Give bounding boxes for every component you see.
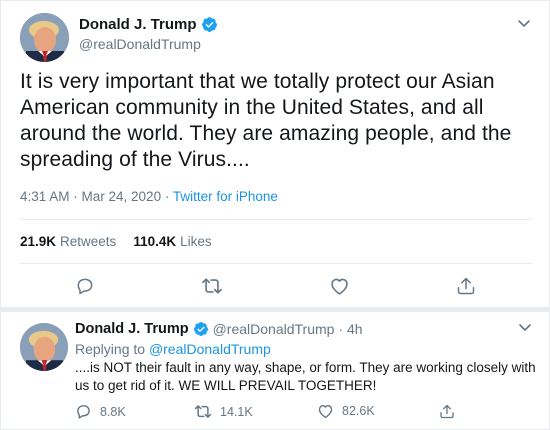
replying-prefix: Replying to [75, 341, 146, 357]
avatar-image [20, 13, 69, 62]
retweet-count: 14.1K [220, 404, 253, 419]
share-button[interactable] [439, 403, 455, 420]
retweets-label: Retweets [60, 234, 117, 249]
retweet-button[interactable]: 14.1K [194, 403, 253, 420]
handle[interactable]: @realDonaldTrump [213, 321, 335, 337]
reply-tweet[interactable]: Donald J. Trump @realDonaldTrump · 4h Re… [1, 312, 550, 430]
main-tweet: Donald J. Trump @realDonaldTrump It is v… [1, 1, 550, 312]
retweets-count: 21.9K [20, 234, 57, 249]
reply-count: 8.8K [100, 404, 126, 419]
tweet-thread: Donald J. Trump @realDonaldTrump It is v… [0, 0, 550, 430]
likes-label: Likes [180, 234, 212, 249]
meta-separator: · [161, 189, 173, 204]
replying-to-link[interactable]: @realDonaldTrump [149, 341, 271, 357]
handle[interactable]: @realDonaldTrump [79, 36, 201, 52]
author-row: Donald J. Trump @realDonaldTrump · 4h [75, 321, 363, 337]
likes-stat[interactable]: 110.4K Likes [133, 234, 211, 249]
tweet-text: ....is NOT their fault in any way, shape… [75, 360, 536, 393]
divider [20, 263, 532, 264]
tweet-text: It is very important that we totally pro… [20, 70, 512, 171]
likes-count: 110.4K [133, 234, 177, 249]
avatar[interactable] [20, 323, 68, 371]
display-name[interactable]: Donald J. Trump [79, 16, 197, 33]
reply-button[interactable]: 8.8K [75, 403, 126, 420]
reply-icon [77, 278, 93, 295]
like-button[interactable]: 82.6K [317, 403, 375, 419]
share-button[interactable] [456, 275, 476, 297]
retweet-icon [194, 405, 212, 418]
like-icon [331, 278, 348, 295]
tweet-meta: 4:31 AM · Mar 24, 2020 · Twitter for iPh… [20, 189, 278, 204]
share-icon [440, 404, 454, 419]
timestamp[interactable]: 4:31 AM · Mar 24, 2020 [20, 189, 161, 204]
avatar-image [20, 323, 68, 371]
like-count: 82.6K [342, 404, 375, 418]
tweet-age[interactable]: · 4h [338, 321, 362, 337]
retweet-icon [202, 278, 222, 294]
reply-button[interactable] [75, 276, 95, 296]
engagement-stats: 21.9K Retweets 110.4K Likes [20, 234, 229, 249]
verified-badge-icon [193, 322, 208, 336]
chevron-down-icon[interactable] [517, 19, 531, 29]
avatar[interactable] [20, 13, 69, 62]
source-link[interactable]: Twitter for iPhone [173, 189, 278, 204]
like-icon [318, 404, 333, 419]
like-button[interactable] [329, 276, 350, 296]
divider [20, 219, 532, 220]
retweets-stat[interactable]: 21.9K Retweets [20, 234, 116, 249]
replying-to: Replying to @realDonaldTrump [75, 341, 271, 357]
verified-badge-icon [201, 17, 217, 32]
author-row: Donald J. Trump [79, 16, 218, 33]
display-name[interactable]: Donald J. Trump [75, 321, 189, 337]
reply-icon [77, 405, 90, 419]
retweet-button[interactable] [201, 276, 223, 296]
chevron-down-icon[interactable] [518, 323, 532, 333]
share-icon [457, 277, 475, 295]
